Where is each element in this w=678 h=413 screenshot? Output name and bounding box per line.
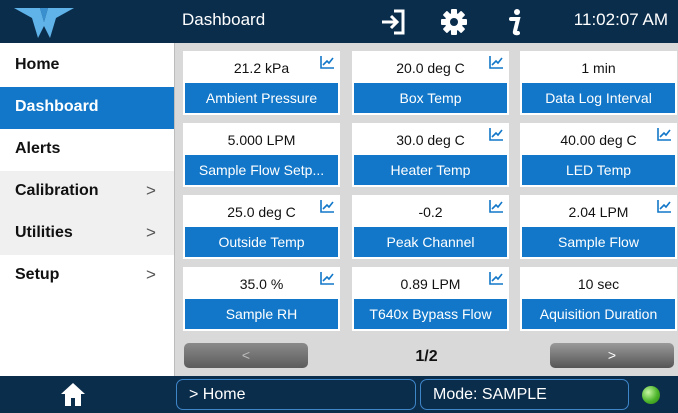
trend-chart-icon[interactable] (489, 199, 504, 213)
tile-label: Sample RH (185, 299, 338, 329)
clock: 11:02:07 AM (573, 10, 668, 29)
home-icon[interactable] (60, 382, 86, 407)
next-page-button[interactable]: > (550, 343, 674, 368)
info-icon[interactable] (500, 6, 532, 38)
tile-label: T640x Bypass Flow (354, 299, 507, 329)
dashboard-tile[interactable]: 40.00 deg C LED Temp (520, 123, 677, 187)
dashboard-tile[interactable]: 25.0 deg C Outside Temp (183, 195, 340, 259)
dashboard-grid: 21.2 kPa Ambient Pressure 20.0 deg C Box Te… (175, 43, 678, 376)
tile-label: Aquisition Duration (522, 299, 675, 329)
tile-label: Ambient Pressure (185, 83, 338, 113)
tile-value: 25.0 deg C (227, 204, 296, 220)
tile-label: Box Temp (354, 83, 507, 113)
top-bar: Dashboard 11:02:07 AM (0, 0, 678, 43)
tile-label: Sample Flow (522, 227, 675, 257)
trend-chart-icon[interactable] (657, 127, 672, 141)
dashboard-tile[interactable]: -0.2 Peak Channel (352, 195, 509, 259)
dashboard-tile[interactable]: 30.0 deg C Heater Temp (352, 123, 509, 187)
gear-icon[interactable] (438, 6, 470, 38)
tile-value: 40.00 deg C (560, 132, 637, 148)
sidebar-item-label: Home (15, 56, 60, 73)
status-led-icon (642, 386, 660, 404)
sidebar-item-utilities[interactable]: Utilities > (0, 213, 174, 255)
sidebar-item-label: Setup (15, 266, 60, 283)
sidebar-item-alerts[interactable]: Alerts (0, 129, 174, 171)
trend-chart-icon[interactable] (489, 55, 504, 69)
chevron-right-icon: > (146, 265, 156, 284)
chevron-right-icon: > (146, 223, 156, 242)
sidebar-item-label: Utilities (15, 224, 73, 241)
sidebar-item-label: Dashboard (15, 98, 99, 115)
dashboard-tile[interactable]: 5.000 LPM Sample Flow Setp... (183, 123, 340, 187)
sidebar: Home Dashboard Alerts Calibration > Util… (0, 43, 175, 376)
sidebar-item-label: Calibration (15, 182, 99, 199)
tile-value: 10 sec (577, 276, 620, 292)
pager: < 1/2 > (175, 340, 678, 376)
chevron-right-icon: > (146, 181, 156, 200)
tile-label: LED Temp (522, 155, 675, 185)
dashboard-tile[interactable]: 20.0 deg C Box Temp (352, 51, 509, 115)
sidebar-item-setup[interactable]: Setup > (0, 255, 174, 297)
dashboard-tile[interactable]: 1 min Data Log Interval (520, 51, 677, 115)
trend-chart-icon[interactable] (320, 199, 335, 213)
tile-value: -0.2 (418, 204, 443, 220)
dashboard-tile[interactable]: 35.0 % Sample RH (183, 267, 340, 331)
sidebar-item-home[interactable]: Home (0, 45, 174, 87)
dashboard-tile[interactable]: 2.04 LPM Sample Flow (520, 195, 677, 259)
sign-in-icon[interactable] (377, 6, 409, 38)
page-title: Dashboard (182, 10, 266, 29)
tile-value: 1 min (581, 60, 616, 76)
tile-label: Data Log Interval (522, 83, 675, 113)
tile-label: Outside Temp (185, 227, 338, 257)
mode-indicator: Mode: SAMPLE (420, 379, 629, 410)
tile-label: Heater Temp (354, 155, 507, 185)
tile-value: 35.0 % (239, 276, 284, 292)
tile-label: Peak Channel (354, 227, 507, 257)
sidebar-item-dashboard[interactable]: Dashboard (0, 87, 174, 129)
breadcrumb: > Home (176, 379, 416, 410)
trend-chart-icon[interactable] (320, 271, 335, 285)
tile-value: 30.0 deg C (396, 132, 465, 148)
trend-chart-icon[interactable] (657, 199, 672, 213)
tile-value: 2.04 LPM (568, 204, 629, 220)
tile-value: 20.0 deg C (396, 60, 465, 76)
trend-chart-icon[interactable] (489, 271, 504, 285)
sidebar-item-calibration[interactable]: Calibration > (0, 171, 174, 213)
dashboard-tile[interactable]: 0.89 LPM T640x Bypass Flow (352, 267, 509, 331)
sidebar-item-label: Alerts (15, 140, 61, 157)
trend-chart-icon[interactable] (320, 55, 335, 69)
tile-value: 5.000 LPM (227, 132, 296, 148)
tile-label: Sample Flow Setp... (185, 155, 338, 185)
dashboard-tile[interactable]: 21.2 kPa Ambient Pressure (183, 51, 340, 115)
logo-icon (14, 8, 74, 38)
tile-value: 0.89 LPM (400, 276, 461, 292)
status-bar: > Home Mode: SAMPLE (0, 376, 678, 413)
trend-chart-icon[interactable] (489, 127, 504, 141)
tile-value: 21.2 kPa (233, 60, 290, 76)
dashboard-tile[interactable]: 10 sec Aquisition Duration (520, 267, 677, 331)
